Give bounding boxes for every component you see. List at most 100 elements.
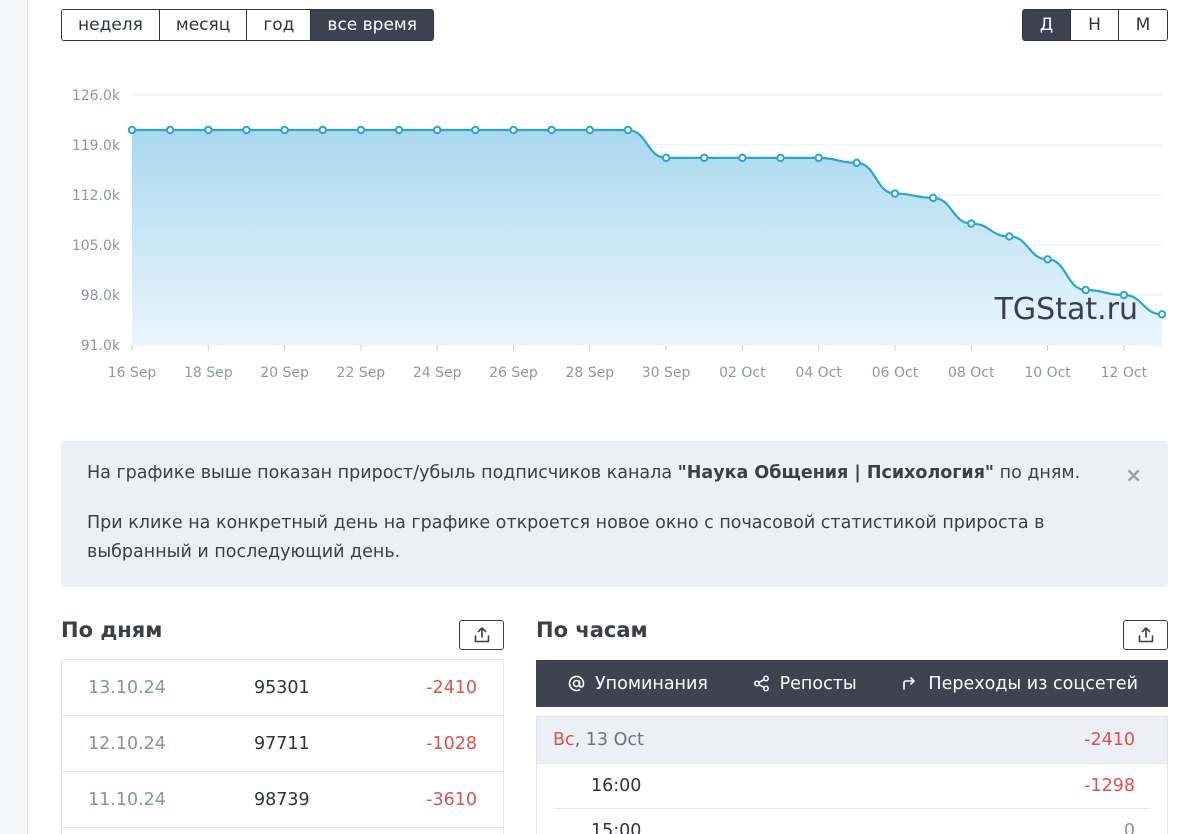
by-hours-title: По часам — [536, 618, 648, 642]
share-icon — [753, 675, 770, 692]
hours-day-diff: -2410 — [1084, 730, 1135, 750]
x-tick-label: 18 Sep — [184, 365, 233, 381]
chart-point[interactable] — [661, 153, 671, 163]
chart-point[interactable] — [738, 153, 747, 163]
period-all-time-button[interactable]: все время — [311, 10, 433, 40]
channel-name: "Наука Общения | Психология" — [677, 463, 995, 483]
y-tick-label: 91.0k — [81, 338, 121, 354]
chart-point[interactable] — [356, 125, 366, 135]
row-diff: -1028 — [426, 733, 477, 754]
table-row[interactable]: 16:00 -1298 — [553, 764, 1151, 809]
chart-point[interactable] — [432, 125, 442, 135]
x-tick-label: 28 Sep — [565, 365, 614, 381]
chart-point[interactable] — [776, 153, 785, 163]
chart-point[interactable] — [700, 153, 709, 163]
info-alert: На графике выше показан прирост/убыль по… — [61, 441, 1168, 587]
chart-point[interactable] — [242, 125, 251, 135]
close-icon[interactable]: × — [1125, 461, 1142, 490]
chart-point[interactable] — [1005, 232, 1014, 241]
x-tick-label: 10 Oct — [1024, 365, 1071, 381]
y-tick-label: 105.0k — [72, 238, 121, 254]
y-tick-label: 98.0k — [81, 288, 121, 304]
x-axis: 16 Sep 18 Sep 20 Sep 22 Sep 24 Sep 26 Sep 28 S… — [108, 345, 1148, 381]
granularity-selector: Д Н М — [1022, 9, 1168, 41]
export-icon — [1138, 627, 1153, 643]
subscribers-chart[interactable]: 126.0k 119.0k 112.0k 105.0k 98.0k 91.0k 16 Se… — [60, 70, 1170, 400]
tab-reposts[interactable]: Репосты — [753, 674, 857, 694]
chart-point[interactable] — [547, 125, 556, 135]
x-tick-label: 12 Oct — [1101, 365, 1148, 381]
chart-point[interactable] — [204, 125, 213, 135]
at-sign-icon — [568, 675, 585, 692]
hour-time: 15:00 — [591, 821, 642, 834]
y-tick-label: 126.0k — [72, 88, 121, 104]
chart-point[interactable] — [585, 125, 594, 135]
hours-table: Вс, 13 Oct -2410 16:00 -1298 15:00 0 — [536, 716, 1168, 834]
left-sidebar-strip — [0, 0, 28, 834]
x-tick-label: 24 Sep — [413, 365, 462, 381]
chart-point[interactable] — [471, 125, 480, 135]
table-row[interactable]: 11.10.24 98739 -3610 — [62, 772, 503, 828]
info-text-1: На графике выше показан прирост/убыль по… — [87, 463, 1081, 483]
granularity-week-button[interactable]: Н — [1071, 10, 1119, 40]
chart-point[interactable] — [928, 193, 938, 203]
period-selector: неделя месяц год все время — [61, 9, 434, 41]
x-tick-label: 02 Oct — [719, 365, 766, 381]
tab-mentions[interactable]: Упоминания — [568, 674, 708, 694]
chart-point[interactable] — [967, 219, 976, 228]
chart-point[interactable] — [852, 158, 862, 168]
chart-point[interactable] — [394, 125, 404, 135]
info-text-2: При клике на конкретный день на графике … — [87, 513, 1045, 562]
forward-arrow-icon — [901, 675, 918, 692]
x-tick-label: 04 Oct — [795, 365, 842, 381]
export-icon — [474, 627, 489, 643]
chart-point[interactable] — [890, 189, 900, 198]
row-diff: -3610 — [426, 789, 477, 810]
chart-point[interactable] — [509, 125, 518, 135]
chart-point[interactable] — [165, 125, 175, 135]
table-row[interactable]: 15:00 0 — [553, 809, 1151, 834]
hours-tabs-bar: Упоминания Репосты Переходы из соцсетей — [536, 660, 1168, 707]
chart-point[interactable] — [1157, 310, 1167, 319]
y-tick-label: 119.0k — [72, 138, 121, 154]
x-tick-label: 20 Sep — [260, 365, 309, 381]
granularity-day-button[interactable]: Д — [1023, 10, 1071, 40]
hour-diff: 0 — [1123, 821, 1135, 834]
period-week-button[interactable]: неделя — [62, 10, 160, 40]
period-month-button[interactable]: месяц — [159, 10, 248, 40]
days-table: 13.10.24 95301 -2410 12.10.24 97711 -102… — [61, 659, 504, 834]
tab-social-referrals[interactable]: Переходы из соцсетей — [901, 674, 1138, 694]
hour-time: 16:00 — [591, 776, 642, 796]
chart-point[interactable] — [280, 125, 289, 135]
export-hours-button[interactable] — [1123, 620, 1168, 650]
period-year-button[interactable]: год — [247, 10, 312, 40]
row-diff: -2410 — [426, 677, 477, 698]
export-days-button[interactable] — [459, 620, 504, 650]
granularity-month-button[interactable]: М — [1119, 10, 1167, 40]
x-tick-label: 22 Sep — [337, 365, 386, 381]
row-subscribers: 98739 — [254, 789, 310, 810]
hour-diff: -1298 — [1084, 776, 1135, 796]
hours-day-label: Вс, 13 Oct — [553, 730, 644, 750]
chart-point[interactable] — [623, 125, 633, 135]
hours-day-header[interactable]: Вс, 13 Oct -2410 — [537, 717, 1167, 764]
chart-point[interactable] — [1043, 255, 1052, 264]
chart-point[interactable] — [814, 153, 823, 163]
x-tick-label: 08 Oct — [948, 365, 995, 381]
row-subscribers: 95301 — [254, 677, 310, 698]
row-date: 13.10.24 — [88, 677, 166, 698]
chart-point[interactable] — [318, 125, 327, 135]
row-subscribers: 97711 — [254, 733, 310, 754]
y-tick-label: 112.0k — [72, 188, 121, 204]
chart-watermark: TGStat.ru — [994, 292, 1138, 327]
table-row[interactable]: 12.10.24 97711 -1028 — [62, 716, 503, 772]
x-tick-label: 30 Sep — [642, 365, 691, 381]
chart-point[interactable] — [127, 125, 137, 135]
table-row[interactable]: 13.10.24 95301 -2410 — [62, 660, 503, 716]
x-tick-label: 06 Oct — [872, 365, 919, 381]
row-date: 11.10.24 — [88, 789, 166, 810]
x-tick-label: 26 Sep — [489, 365, 538, 381]
row-date: 12.10.24 — [88, 733, 166, 754]
x-tick-label: 16 Sep — [108, 365, 157, 381]
by-days-title: По дням — [61, 618, 163, 642]
